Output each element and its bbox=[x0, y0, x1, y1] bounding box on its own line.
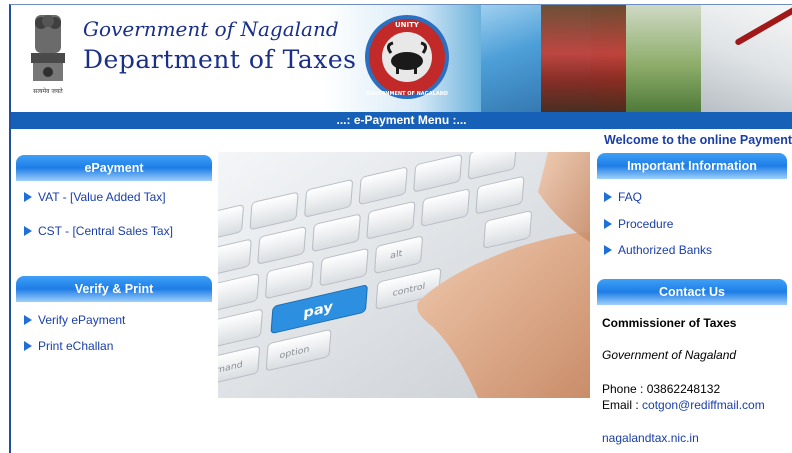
contact-org: Government of Nagaland bbox=[602, 348, 737, 362]
vat-link[interactable]: VAT - [Value Added Tax] bbox=[24, 190, 166, 204]
contact-email-line: Email : cotgon@rediffmail.com bbox=[602, 398, 765, 412]
verify-epayment-link[interactable]: Verify ePayment bbox=[24, 313, 125, 327]
authorized-banks-link[interactable]: Authorized Banks bbox=[604, 243, 712, 257]
arrow-right-icon bbox=[24, 341, 32, 351]
verify-print-panel-heading: Verify & Print bbox=[16, 276, 212, 302]
procedure-link-label: Procedure bbox=[618, 217, 674, 231]
header-banner: सत्यमेव जयते Government of Nagaland Depa… bbox=[11, 5, 792, 112]
contact-phone: Phone : 03862248132 bbox=[602, 382, 721, 396]
arrow-right-icon bbox=[24, 226, 32, 236]
procedure-link[interactable]: Procedure bbox=[604, 217, 673, 231]
epayment-menu-bar: ...: e-Payment Menu :... bbox=[11, 112, 792, 129]
header-title-line1: Government of Nagaland bbox=[83, 17, 339, 41]
seal-bottom-text: GOVERNMENT OF NAGALAND bbox=[366, 91, 448, 97]
header-title-line2: Department of Taxes bbox=[83, 45, 357, 74]
faq-link[interactable]: FAQ bbox=[604, 190, 642, 204]
epayment-panel-heading: ePayment bbox=[16, 155, 212, 181]
contact-name: Commissioner of Taxes bbox=[602, 316, 737, 330]
website-link[interactable]: nagalandtax.nic.in bbox=[602, 431, 699, 445]
verify-epayment-label: Verify ePayment bbox=[38, 313, 126, 327]
arrow-right-icon bbox=[604, 245, 612, 255]
arrow-right-icon bbox=[604, 192, 612, 202]
banner-photo-dancers bbox=[541, 5, 631, 112]
faq-link-label: FAQ bbox=[618, 190, 643, 204]
nagaland-seal-logo: UNITY GOVERNMENT OF NAGALAND bbox=[365, 15, 449, 99]
contact-us-panel-heading: Contact Us bbox=[597, 279, 787, 305]
cst-link-label: CST - [Central Sales Tax] bbox=[38, 224, 173, 238]
contact-email-label: Email : bbox=[602, 398, 643, 412]
important-info-panel-heading: Important Information bbox=[597, 153, 787, 179]
vat-link-label: VAT - [Value Added Tax] bbox=[38, 190, 166, 204]
arrow-right-icon bbox=[24, 315, 32, 325]
arrow-right-icon bbox=[24, 192, 32, 202]
welcome-text: Welcome to the online Payment bbox=[604, 133, 792, 147]
seal-top-text: UNITY bbox=[395, 21, 420, 29]
banner-photo-field bbox=[626, 5, 711, 112]
keyboard-pay-image: pay control option command alt bbox=[218, 152, 590, 398]
contact-email-link[interactable]: cotgon@rediffmail.com bbox=[642, 398, 765, 412]
national-emblem-icon: सत्यमेव जयते bbox=[31, 15, 65, 95]
arrow-right-icon bbox=[604, 219, 612, 229]
cst-link[interactable]: CST - [Central Sales Tax] bbox=[24, 224, 173, 238]
print-echallan-link[interactable]: Print eChallan bbox=[24, 339, 113, 353]
authorized-banks-link-label: Authorized Banks bbox=[618, 243, 713, 257]
emblem-caption: सत्यमेव जयते bbox=[33, 87, 63, 95]
print-echallan-label: Print eChallan bbox=[38, 339, 114, 353]
